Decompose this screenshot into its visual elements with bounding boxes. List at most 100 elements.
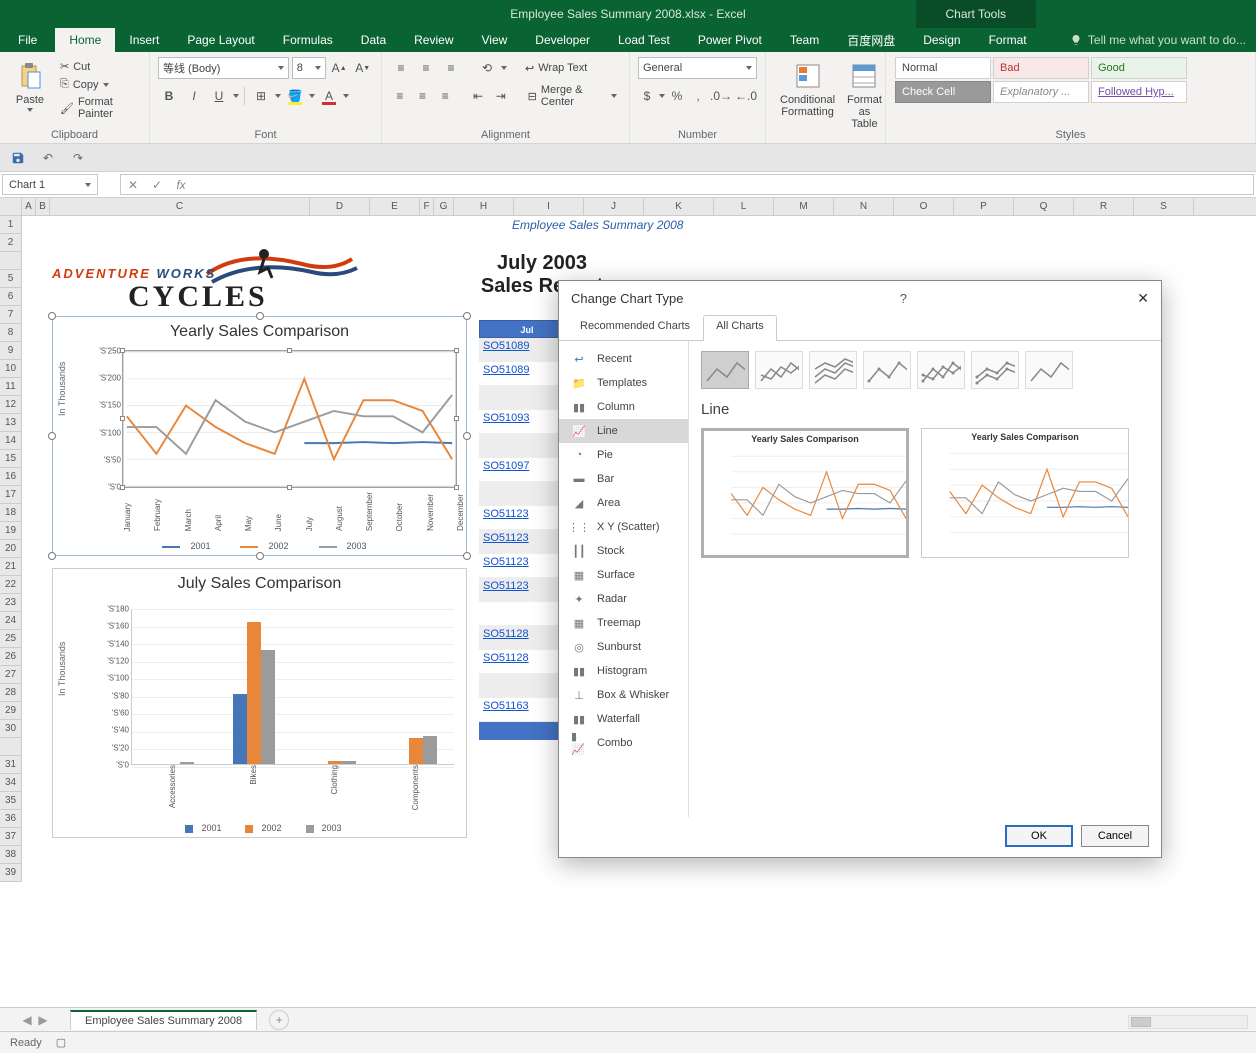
line-subtype-6[interactable]: [1025, 351, 1073, 389]
chart-type-pie[interactable]: ◔Pie: [559, 443, 688, 467]
increase-indent-button[interactable]: ⇥: [491, 85, 511, 107]
sales-order-link[interactable]: SO51128: [483, 628, 529, 640]
resize-handle[interactable]: [463, 312, 471, 320]
sales-order-link[interactable]: SO51163: [483, 700, 529, 712]
sales-order-link[interactable]: SO51097: [483, 460, 529, 472]
sales-order-link[interactable]: SO51128: [483, 652, 529, 664]
chevron-down-icon[interactable]: [343, 94, 349, 98]
resize-handle[interactable]: [256, 312, 264, 320]
chevron-down-icon[interactable]: [275, 94, 281, 98]
menu-review[interactable]: Review: [400, 28, 467, 52]
copy-button[interactable]: ⎘Copy: [56, 76, 141, 93]
chart-type-sunburst[interactable]: ◎Sunburst: [559, 635, 688, 659]
decrease-indent-button[interactable]: ⇤: [468, 85, 488, 107]
menu-power-pivot[interactable]: Power Pivot: [684, 28, 776, 52]
sales-order-link[interactable]: SO51123: [483, 532, 529, 544]
resize-handle[interactable]: [48, 312, 56, 320]
undo-button[interactable]: ↶: [38, 148, 58, 168]
format-as-table-button[interactable]: Format as Table: [841, 56, 888, 143]
cancel-formula-button[interactable]: ✕: [121, 178, 145, 192]
style-check-cell[interactable]: Check Cell: [895, 81, 991, 103]
row-headers[interactable]: 1256789101112131415161718192021222324252…: [0, 216, 22, 882]
sales-order-link[interactable]: SO51093: [483, 412, 529, 424]
conditional-formatting-button[interactable]: Conditional Formatting: [774, 56, 841, 143]
menu-load-test[interactable]: Load Test: [604, 28, 684, 52]
insert-function-button[interactable]: fx: [169, 178, 193, 192]
paste-button[interactable]: Paste: [8, 56, 52, 122]
help-button[interactable]: ?: [900, 291, 907, 306]
chart-legend[interactable]: 200120022003: [53, 823, 466, 833]
resize-handle[interactable]: [463, 552, 471, 560]
tab-all-charts[interactable]: All Charts: [703, 315, 777, 341]
menu-data[interactable]: Data: [347, 28, 400, 52]
line-subtype-0[interactable]: [701, 351, 749, 389]
merge-center-button[interactable]: ⊟Merge & Center: [524, 82, 621, 110]
menu-page-layout[interactable]: Page Layout: [173, 28, 268, 52]
font-name-combo[interactable]: 等线 (Body): [158, 57, 289, 79]
plot-area[interactable]: [131, 609, 454, 765]
menu-home[interactable]: Home: [55, 28, 115, 52]
chevron-down-icon[interactable]: [233, 94, 239, 98]
fill-color-button[interactable]: 🪣: [284, 85, 306, 107]
chart-type-boxwhisker[interactable]: ⊥Box & Whisker: [559, 683, 688, 707]
enter-formula-button[interactable]: ✓: [145, 178, 169, 192]
sheet-tab[interactable]: Employee Sales Summary 2008: [70, 1010, 257, 1030]
percent-button[interactable]: %: [668, 85, 686, 107]
style-good[interactable]: Good: [1091, 57, 1187, 79]
borders-button[interactable]: ⊞: [250, 85, 272, 107]
chart-preview-1[interactable]: Yearly Sales Comparison: [701, 428, 909, 558]
chevron-down-icon[interactable]: [659, 94, 665, 98]
chart-type-line[interactable]: 📈Line: [559, 419, 688, 443]
decrease-font-button[interactable]: A▼: [352, 57, 373, 79]
orientation-button[interactable]: ⟲: [476, 57, 498, 79]
menu-insert[interactable]: Insert: [115, 28, 173, 52]
line-subtype-2[interactable]: [809, 351, 857, 389]
align-bottom-button[interactable]: ≡: [440, 57, 462, 79]
chevron-down-icon[interactable]: [501, 66, 507, 70]
save-button[interactable]: [8, 148, 28, 168]
chart-type-bar[interactable]: ▬Bar: [559, 467, 688, 491]
yearly-sales-chart[interactable]: Yearly Sales Comparison In Thousands 'S'…: [52, 316, 467, 556]
italic-button[interactable]: I: [183, 85, 205, 107]
increase-font-button[interactable]: A▲: [329, 57, 350, 79]
resize-handle[interactable]: [48, 432, 56, 440]
chart-type-area[interactable]: ◢Area: [559, 491, 688, 515]
name-box[interactable]: Chart 1: [2, 174, 98, 195]
cut-button[interactable]: ✂Cut: [56, 58, 141, 75]
sales-order-link[interactable]: SO51089: [483, 340, 529, 352]
column-headers[interactable]: ABCDEFGHIJKLMNOPQRS: [22, 198, 1256, 216]
menu-developer[interactable]: Developer: [521, 28, 604, 52]
align-left-button[interactable]: ≡: [390, 85, 410, 107]
style-bad[interactable]: Bad: [993, 57, 1089, 79]
resize-handle[interactable]: [48, 552, 56, 560]
line-subtype-1[interactable]: [755, 351, 803, 389]
style-normal[interactable]: Normal: [895, 57, 991, 79]
plot-area[interactable]: [123, 351, 456, 487]
tab-recommended-charts[interactable]: Recommended Charts: [567, 315, 703, 341]
bold-button[interactable]: B: [158, 85, 180, 107]
number-format-combo[interactable]: General: [638, 57, 757, 79]
menu-format[interactable]: Format: [975, 28, 1041, 52]
july-sales-chart[interactable]: July Sales Comparison In Thousands 'S'18…: [52, 568, 467, 838]
style-explanatory[interactable]: Explanatory ...: [993, 81, 1089, 103]
chart-type-column[interactable]: ▮▮Column: [559, 395, 688, 419]
increase-decimal-button[interactable]: .0→: [710, 85, 732, 107]
add-sheet-button[interactable]: +: [269, 1010, 289, 1030]
formula-input[interactable]: [193, 175, 1253, 194]
chart-type-templates[interactable]: 📁Templates: [559, 371, 688, 395]
wrap-text-button[interactable]: ↩Wrap Text: [521, 60, 591, 77]
chevron-down-icon[interactable]: [309, 94, 315, 98]
align-top-button[interactable]: ≡: [390, 57, 412, 79]
chart-type-histogram[interactable]: ▮▮Histogram: [559, 659, 688, 683]
menu-file[interactable]: File: [0, 28, 55, 52]
close-button[interactable]: ✕: [1137, 290, 1149, 307]
underline-button[interactable]: U: [208, 85, 230, 107]
sales-order-link[interactable]: SO51089: [483, 364, 529, 376]
format-painter-button[interactable]: 🖌Format Painter: [56, 94, 141, 122]
chart-type-stock[interactable]: ┃┃Stock: [559, 539, 688, 563]
chart-title[interactable]: Yearly Sales Comparison: [53, 317, 466, 343]
chart-type-recent[interactable]: ↩Recent: [559, 347, 688, 371]
chart-type-treemap[interactable]: ▦Treemap: [559, 611, 688, 635]
menu-view[interactable]: View: [468, 28, 522, 52]
line-subtype-5[interactable]: [971, 351, 1019, 389]
